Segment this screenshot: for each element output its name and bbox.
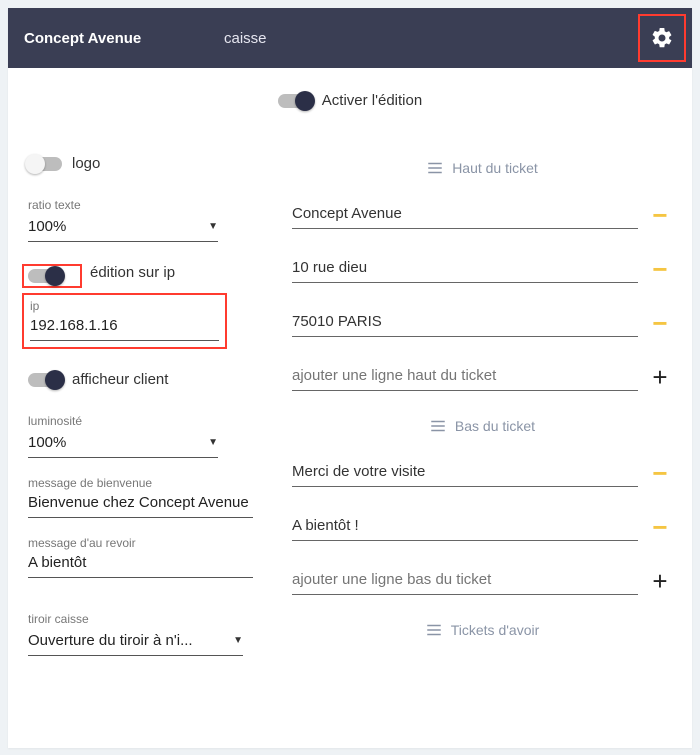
edition-ip-label: édition sur ip (90, 264, 330, 281)
bienvenue-input[interactable] (28, 492, 253, 518)
add-line-button[interactable]: + (648, 365, 672, 389)
activate-edition-toggle[interactable] (278, 94, 312, 108)
chevron-down-icon: ▼ (208, 221, 218, 232)
activate-edition-label: Activer l'édition (322, 92, 422, 109)
afficheur-toggle[interactable] (28, 373, 62, 387)
bas-add-row: + (292, 567, 672, 595)
bienvenue-label: message de bienvenue (28, 476, 268, 490)
remove-line-button[interactable]: − (648, 461, 672, 485)
header-subtitle: caisse (224, 30, 267, 47)
ratio-label: ratio texte (28, 198, 268, 212)
header: Concept Avenue caisse (8, 8, 692, 68)
list-icon (425, 621, 443, 639)
gear-icon (650, 26, 674, 50)
bas-line-row: − (292, 513, 672, 541)
tiroir-select[interactable]: Ouverture du tiroir à n'i... ▼ (28, 628, 243, 656)
luminosite-value: 100% (28, 434, 66, 451)
list-icon (426, 159, 444, 177)
remove-line-button[interactable]: − (648, 311, 672, 335)
haut-line-input[interactable] (292, 201, 638, 229)
haut-line-input[interactable] (292, 255, 638, 283)
haut-add-row: + (292, 363, 672, 391)
aurevoir-input[interactable] (28, 552, 253, 578)
list-icon (429, 417, 447, 435)
add-line-button[interactable]: + (648, 569, 672, 593)
haut-line-row: − (292, 255, 672, 283)
avoir-heading: Tickets d'avoir (292, 621, 672, 639)
afficheur-label: afficheur client (72, 371, 168, 388)
edition-ip-toggle[interactable] (28, 269, 62, 283)
settings-button[interactable] (638, 14, 686, 62)
bas-line-row: − (292, 459, 672, 487)
chevron-down-icon: ▼ (233, 635, 243, 646)
bas-add-input[interactable] (292, 567, 638, 595)
bas-line-input[interactable] (292, 513, 638, 541)
header-title: Concept Avenue (24, 30, 224, 47)
ratio-value: 100% (28, 218, 66, 235)
ip-label: ip (30, 299, 219, 313)
remove-line-button[interactable]: − (648, 515, 672, 539)
haut-line-row: − (292, 309, 672, 337)
remove-line-button[interactable]: − (648, 257, 672, 281)
ratio-select[interactable]: 100% ▼ (28, 214, 218, 242)
chevron-down-icon: ▼ (208, 437, 218, 448)
bas-line-input[interactable] (292, 459, 638, 487)
haut-line-input[interactable] (292, 309, 638, 337)
haut-ticket-heading: Haut du ticket (292, 159, 672, 177)
remove-line-button[interactable]: − (648, 203, 672, 227)
luminosite-label: luminosité (28, 414, 268, 428)
haut-add-input[interactable] (292, 363, 638, 391)
tiroir-value: Ouverture du tiroir à n'i... (28, 632, 193, 649)
aurevoir-label: message d'au revoir (28, 536, 268, 550)
logo-label: logo (72, 155, 100, 172)
logo-toggle[interactable] (28, 157, 62, 171)
tiroir-label: tiroir caisse (28, 612, 268, 626)
haut-line-row: − (292, 201, 672, 229)
luminosite-select[interactable]: 100% ▼ (28, 430, 218, 458)
bas-ticket-heading: Bas du ticket (292, 417, 672, 435)
ip-input[interactable] (30, 315, 219, 341)
